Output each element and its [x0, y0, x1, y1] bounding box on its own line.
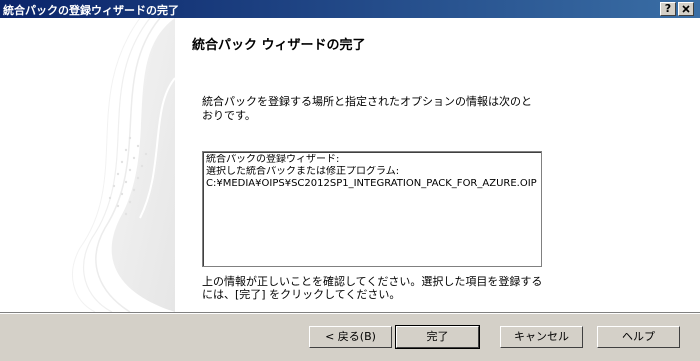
wizard-content: 統合パック ウィザードの完了 統合パックを登録する場所と指定されたオプションの情… — [175, 18, 700, 312]
summary-line: 選択した統合パックまたは修正プログラム: — [206, 166, 400, 177]
finish-button[interactable]: 完了 — [395, 325, 480, 349]
window-title: 統合パックの登録ウィザードの完了 — [3, 4, 179, 17]
help-title-button[interactable]: ? — [660, 2, 676, 16]
title-bar: 統合パックの登録ウィザードの完了 ? — [0, 0, 700, 18]
button-bar: < 戻る(B) 完了 キャンセル ヘルプ — [0, 314, 700, 361]
wizard-sidebar-graphic — [0, 18, 175, 312]
confirm-text: 上の情報が正しいことを確認してください。選択した項目を登録するには、[完了] を… — [202, 275, 543, 301]
help-button[interactable]: ヘルプ — [597, 326, 680, 348]
back-button[interactable]: < 戻る(B) — [309, 326, 392, 348]
summary-line: C:¥MEDIA¥OIPS¥SC2012SP1_INTEGRATION_PACK… — [206, 178, 537, 189]
page-title: 統合パック ウィザードの完了 — [192, 38, 366, 53]
summary-box[interactable]: 統合パックの登録ウィザード: 選択した統合パックまたは修正プログラム: C:¥M… — [202, 151, 542, 267]
summary-line: 統合パックの登録ウィザード: — [206, 154, 340, 165]
close-icon — [682, 5, 690, 13]
decorative-swirl-graphic — [0, 18, 175, 312]
description-text: 統合パックを登録する場所と指定されたオプションの情報は次のとおりです。 — [202, 95, 532, 122]
wizard-window: 統合パックの登録ウィザードの完了 ? 統合パック ウィザードの完了 統合パックを… — [0, 0, 700, 361]
cancel-button[interactable]: キャンセル — [500, 326, 583, 348]
close-button[interactable] — [678, 2, 694, 16]
